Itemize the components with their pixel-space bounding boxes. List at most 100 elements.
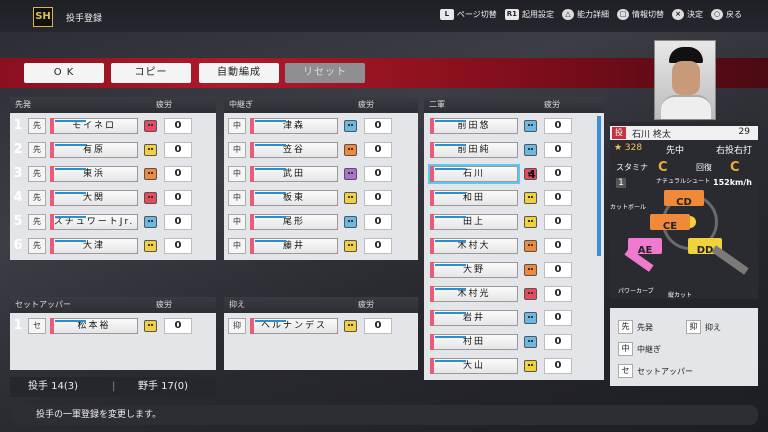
player-name-box[interactable]: ヘルナンデス [250,318,338,334]
pitcher-row[interactable]: 中 武田 0 [226,164,416,184]
condition-bar [435,240,466,242]
role-badge: 抑 [228,318,246,334]
player-name-box[interactable]: スチュワートJr. [50,214,138,230]
pitcher-row[interactable]: 木村大 0 [428,236,594,256]
pitcher-row[interactable]: 1 先 モイネロ 0 [12,116,212,136]
player-name-box[interactable]: 大山 [430,358,518,374]
pitcher-row[interactable]: 5 先スチュワートJr. 0 [12,212,212,232]
pitcher-row[interactable]: 和田 0 [428,188,594,208]
pitcher-row[interactable]: 中 津森 0 [226,116,416,136]
slot-number: 1 [13,318,23,333]
pitcher-row[interactable]: 中 藤井 0 [226,236,416,256]
player-name-box[interactable]: 石川 [428,164,520,184]
player-name-box[interactable]: 松本裕 [50,318,138,334]
player-name-box[interactable]: 有原 [50,142,138,158]
grade-text: CD [676,197,692,208]
pitcher-row[interactable]: 4 先 大関 0 [12,188,212,208]
hint-usage[interactable]: R1 起用設定 [504,9,554,20]
player-name-box[interactable]: 大関 [50,190,138,206]
auto-arrange-button[interactable]: 自動編成 [199,63,279,83]
reset-button[interactable]: リセット [285,63,365,83]
ok-button[interactable]: O K [24,63,104,83]
player-name: モイネロ [71,121,116,131]
fatigue-value: 0 [544,238,572,254]
hint-info[interactable]: □ 情報切替 [617,9,664,20]
pitcher-row[interactable]: 抑 ヘルナンデス 0 [226,316,416,336]
pitcher-row[interactable]: 大山 0 [428,356,594,376]
fatigue-value: 0 [364,214,392,230]
pitcher-row[interactable]: 中 笠谷 0 [226,140,416,160]
player-name-box[interactable]: 藤井 [250,238,338,254]
hint-back[interactable]: ○ 戻る [711,9,742,20]
square-button-icon: □ [617,9,629,20]
condition-bar [435,312,466,314]
hint-page[interactable]: L ページ切替 [439,9,497,20]
player-name-box[interactable]: 木村大 [430,238,518,254]
player-name: 大野 [462,265,485,275]
role-badge: 先 [28,190,46,206]
divider: | [112,381,116,392]
player-name-box[interactable]: 津森 [250,118,338,134]
farm-scrollbar[interactable] [597,116,601,256]
player-name-box[interactable]: 大野 [430,262,518,278]
hint-confirm[interactable]: × 決定 [672,9,703,20]
pitcher-row[interactable]: 木村光 0 [428,284,594,304]
player-name-box[interactable]: 和田 [430,190,518,206]
hint-ability[interactable]: △ 能力詳細 [562,9,609,20]
pitcher-row[interactable]: 村田 0 [428,332,594,352]
condition-face-icon [524,336,537,348]
fatigue-value: 0 [364,142,392,158]
role-badge: 投 [612,127,626,139]
player-name-box[interactable]: モイネロ [50,118,138,134]
role-badge: 先 [28,238,46,254]
fatigue-value: 0 [544,142,572,158]
player-number: 29 [738,127,750,137]
pitcher-row[interactable]: 前田純 0 [428,140,594,160]
handedness-marker [250,214,254,230]
grade-text: CE [662,221,678,232]
player-name-box[interactable]: 前田悠 [430,118,518,134]
fatigue-value: 0 [544,286,572,302]
role-badge: 中 [228,190,246,206]
role-badge: 先 [28,166,46,182]
player-name-box[interactable]: 村田 [430,334,518,350]
panel-title: 先発 [15,100,31,109]
pitcher-row[interactable]: 6 先 大津 0 [12,236,212,256]
pitcher-row[interactable]: 前田悠 0 [428,116,594,136]
condition-bar [435,264,466,266]
condition-bar [435,120,466,122]
player-name-box[interactable]: 木村光 [430,286,518,302]
pitcher-row[interactable]: 2 先 有原 0 [12,140,212,160]
fatigue-value: 0 [364,318,392,334]
farm-header: 二軍 疲労 [424,97,604,113]
player-name-box[interactable]: 東浜 [50,166,138,182]
velocity-row: 1 ナチュラルシュート 152km/h [610,178,758,190]
setup-header: セットアッパー 疲労 [10,297,216,313]
player-name: 大山 [462,361,485,371]
player-name-box[interactable]: 板東 [250,190,338,206]
player-name-box[interactable]: 大津 [50,238,138,254]
handedness-marker [50,190,54,206]
player-name-box[interactable]: 尾形 [250,214,338,230]
pitcher-row[interactable]: 大野 0 [428,260,594,280]
pitcher-row[interactable]: 中 板東 0 [226,188,416,208]
pitcher-row[interactable]: 石川 4 0 [428,164,594,184]
player-name-box[interactable]: 笠谷 [250,142,338,158]
max-velocity: 152km/h [713,178,752,187]
button-hints: L ページ切替 R1 起用設定 △ 能力詳細 □ 情報切替 × 決定 ○ 戻る [439,9,742,20]
pitcher-row[interactable]: 1 セ 松本裕 0 [12,316,212,336]
handedness-marker [430,238,434,254]
handedness-marker [430,286,434,302]
pitcher-row[interactable]: 中 尾形 0 [226,212,416,232]
player-name: 和田 [462,193,485,203]
pitcher-row[interactable]: 岩井 0 [428,308,594,328]
copy-button[interactable]: コピー [111,63,191,83]
player-name-box[interactable]: 武田 [250,166,338,182]
pitcher-row[interactable]: 3 先 東浜 0 [12,164,212,184]
fatigue-header: 疲労 [544,100,560,109]
player-name-box[interactable]: 岩井 [430,310,518,326]
middle-header: 中継ぎ 疲労 [224,97,418,113]
player-name-box[interactable]: 田上 [430,214,518,230]
player-name-box[interactable]: 前田純 [430,142,518,158]
pitcher-row[interactable]: 田上 0 [428,212,594,232]
